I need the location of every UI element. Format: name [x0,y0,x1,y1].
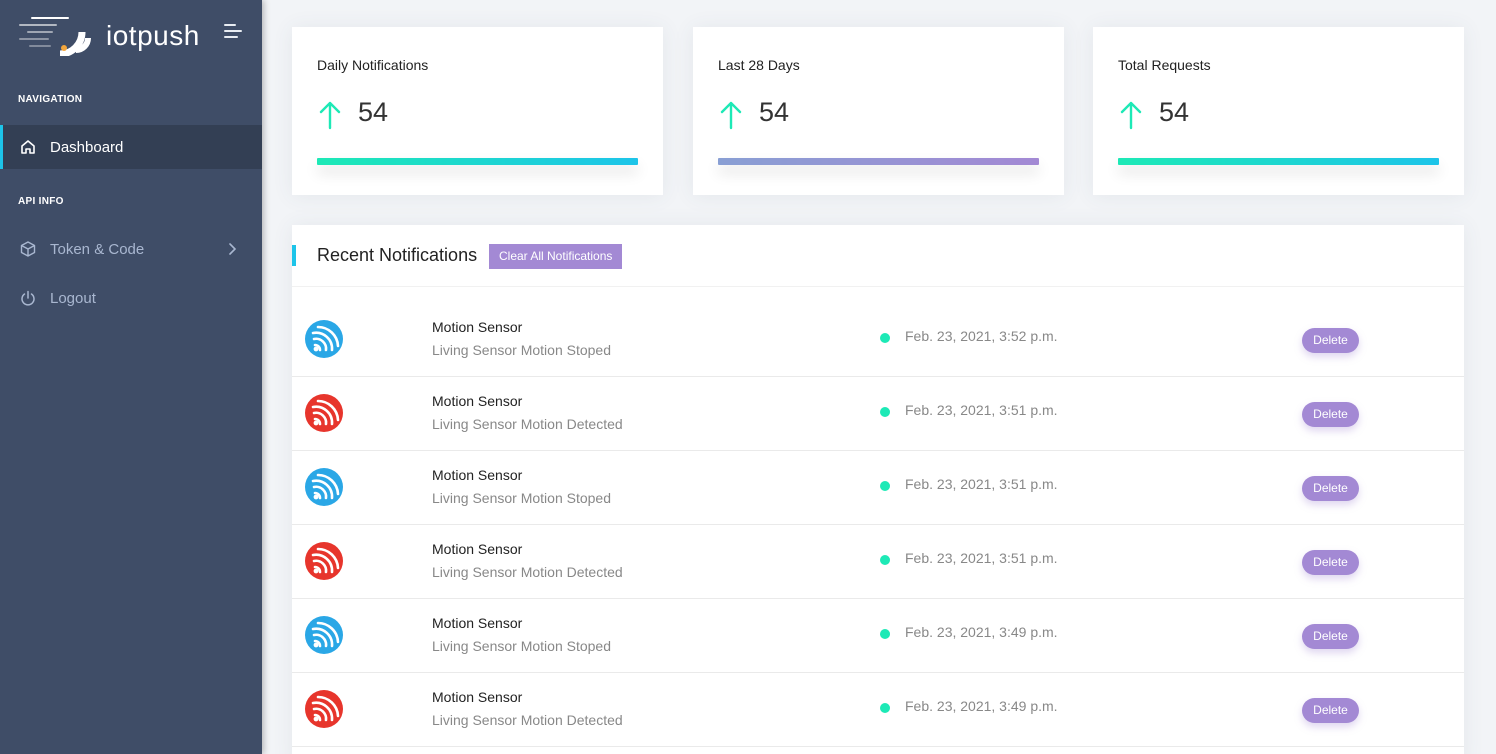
progress-bar [718,158,1039,165]
chevron-right-icon [229,243,237,255]
espressif-blue-icon [305,616,343,654]
notification-title: Motion Sensor [432,467,523,483]
arrow-up-icon [720,101,742,130]
notification-row: Motion Sensor Living Sensor Motion Detec… [292,377,1464,451]
stat-card-total-requests: Total Requests 54 [1093,27,1464,195]
notification-description: Living Sensor Motion Detected [432,564,623,580]
stat-value: 54 [358,97,389,127]
clear-all-notifications-button[interactable]: Clear All Notifications [489,244,623,269]
notification-row: Motion Sensor Living Sensor Motion Stope… [292,599,1464,673]
box-icon [20,241,36,257]
brand[interactable]: iotpush [18,12,258,60]
notification-title: Motion Sensor [432,319,523,335]
stat-title: Daily Notifications [317,57,429,73]
stat-value: 54 [1159,97,1190,127]
status-dot [880,407,890,417]
notification-time: Feb. 23, 2021, 3:52 p.m. [905,328,1058,344]
status-dot [880,555,890,565]
stat-title: Last 28 Days [718,57,800,73]
espressif-red-icon [305,542,343,580]
notification-description: Living Sensor Motion Detected [432,416,623,432]
notification-time: Feb. 23, 2021, 3:49 p.m. [905,698,1058,714]
iotpush-logo-icon [19,17,91,56]
delete-button[interactable]: Delete [1302,624,1359,649]
progress-bar [317,158,638,165]
status-dot [880,703,890,713]
notification-time: Feb. 23, 2021, 3:49 p.m. [905,624,1058,640]
espressif-red-icon [305,394,343,432]
status-dot [880,629,890,639]
sidebar-item-token-code[interactable]: Token & Code [0,227,262,271]
sidebar-item-label: Token & Code [50,240,145,258]
progress-bar [1118,158,1439,165]
arrow-up-icon [319,101,341,130]
stat-card-daily: Daily Notifications 54 [292,27,663,195]
notification-time: Feb. 23, 2021, 3:51 p.m. [905,550,1058,566]
notification-title: Motion Sensor [432,689,523,705]
header-accent [292,245,296,266]
notification-title: Motion Sensor [432,615,523,631]
notification-row: Motion Sensor Living Sensor Motion Detec… [292,525,1464,599]
notification-row: Motion Sensor Living Sensor Motion Stope… [292,451,1464,525]
espressif-blue-icon [305,468,343,506]
sidebar-item-dashboard[interactable]: Dashboard [0,125,262,169]
nav-caption-navigation: NAVIGATION [18,94,83,105]
brand-name: iotpush [106,20,200,51]
notification-title: Motion Sensor [432,541,523,557]
notifications-title: Recent Notifications [317,245,478,265]
power-icon [21,290,35,306]
menu-toggle-icon[interactable] [224,24,244,40]
home-icon [21,140,35,154]
status-dot [880,333,890,343]
delete-button[interactable]: Delete [1302,698,1359,723]
delete-button[interactable]: Delete [1302,476,1359,501]
sidebar: iotpush NAVIGATION Dashboard API INFO To… [0,0,262,754]
notifications-header: Recent Notifications Clear All Notificat… [292,225,1464,287]
delete-button[interactable]: Delete [1302,402,1359,427]
notification-row: Motion Sensor Living Sensor Motion Stope… [292,303,1464,377]
stat-value: 54 [759,97,790,127]
notification-title: Motion Sensor [432,393,523,409]
espressif-red-icon [305,690,343,728]
notification-row: Motion Sensor Living Sensor Motion Detec… [292,673,1464,747]
stat-title: Total Requests [1118,57,1211,73]
recent-notifications-card: Recent Notifications Clear All Notificat… [292,225,1464,754]
nav-caption-api-info: API INFO [18,196,64,207]
espressif-blue-icon [305,320,343,358]
delete-button[interactable]: Delete [1302,328,1359,353]
notification-description: Living Sensor Motion Stoped [432,638,611,654]
sidebar-item-logout[interactable]: Logout [0,276,262,320]
notification-time: Feb. 23, 2021, 3:51 p.m. [905,476,1058,492]
notification-description: Living Sensor Motion Stoped [432,342,611,358]
sidebar-item-label: Logout [50,289,96,307]
notification-description: Living Sensor Motion Detected [432,712,623,728]
status-dot [880,481,890,491]
stat-card-last-28-days: Last 28 Days 54 [693,27,1064,195]
sidebar-item-label: Dashboard [50,138,124,156]
arrow-up-icon [1120,101,1142,130]
delete-button[interactable]: Delete [1302,550,1359,575]
notification-time: Feb. 23, 2021, 3:51 p.m. [905,402,1058,418]
notification-description: Living Sensor Motion Stoped [432,490,611,506]
